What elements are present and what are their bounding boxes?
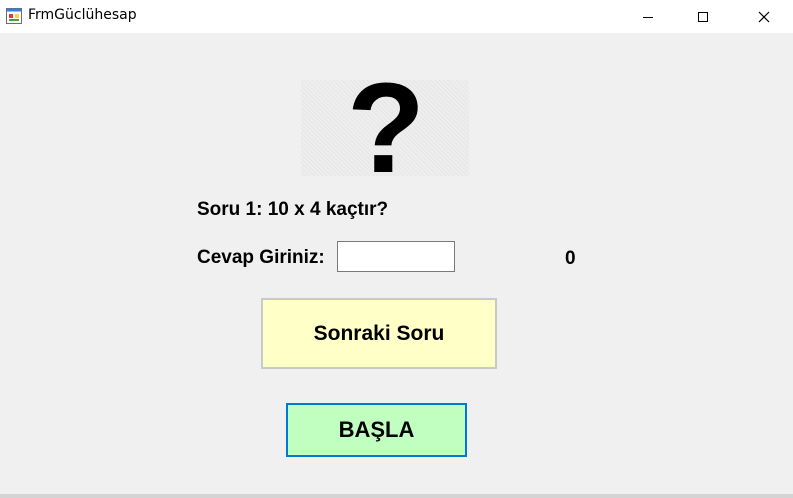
minimize-button[interactable] bbox=[625, 0, 671, 33]
close-icon bbox=[758, 11, 770, 22]
form-client-area: ? Soru 1: 10 x 4 kaçtır? Cevap Giriniz: … bbox=[0, 33, 793, 498]
score-label: 0 bbox=[565, 248, 576, 269]
next-question-button[interactable]: Sonraki Soru bbox=[261, 298, 497, 369]
close-button[interactable] bbox=[741, 0, 787, 33]
answer-prompt-label: Cevap Giriniz: bbox=[197, 247, 325, 268]
question-picture: ? bbox=[301, 80, 469, 176]
minimize-icon bbox=[643, 16, 653, 18]
start-button[interactable]: BAŞLA bbox=[286, 403, 467, 457]
app-icon bbox=[6, 8, 22, 24]
question-mark-icon: ? bbox=[347, 80, 425, 176]
title-bar[interactable]: FrmGüclühesap bbox=[0, 0, 793, 33]
maximize-button[interactable] bbox=[680, 0, 726, 33]
window-title: FrmGüclühesap bbox=[28, 7, 137, 23]
maximize-icon bbox=[698, 11, 708, 22]
answer-input[interactable] bbox=[337, 241, 455, 272]
question-label: Soru 1: 10 x 4 kaçtır? bbox=[197, 199, 389, 220]
bottom-edge bbox=[0, 494, 793, 498]
svg-text:?: ? bbox=[347, 80, 425, 176]
